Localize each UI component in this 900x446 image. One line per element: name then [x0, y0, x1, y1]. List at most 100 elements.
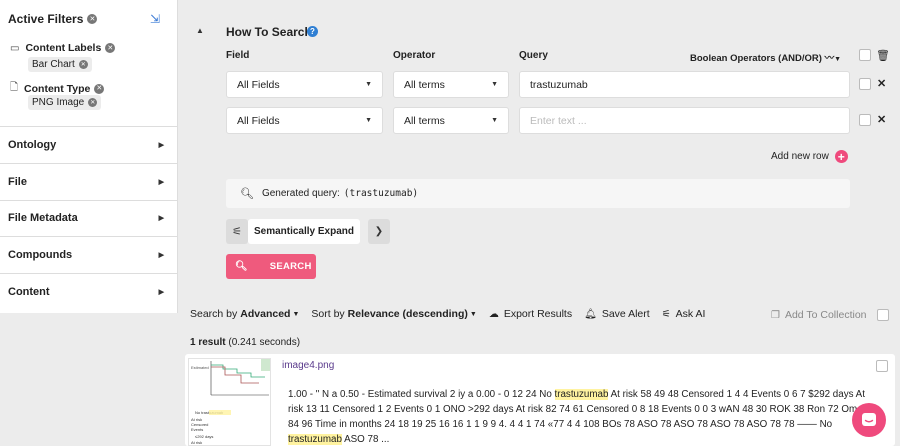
- label-icon: ▭: [10, 42, 20, 54]
- chevron-down-icon: ▼: [834, 56, 842, 63]
- plus-icon: +: [834, 150, 848, 163]
- section-content[interactable]: Content ▶: [0, 274, 178, 310]
- field-column-header: Field: [226, 50, 250, 61]
- collapse-icon[interactable]: ⇲: [150, 12, 160, 26]
- sort-by-dropdown[interactable]: Sort by Relevance (descending) ▼: [311, 308, 476, 320]
- export-results-button[interactable]: ☁ Export Results: [489, 308, 572, 320]
- query-input[interactable]: trastuzumab: [519, 71, 850, 98]
- ask-ai-button[interactable]: ⚟ Ask AI: [662, 308, 706, 320]
- generated-query-value: (trastuzumab): [343, 188, 419, 199]
- add-row-label: Add new row: [771, 151, 829, 162]
- operator-value: All terms: [404, 114, 445, 127]
- sort-by-value: Relevance (descending): [347, 308, 468, 320]
- caret-right-icon: ▶: [158, 215, 164, 222]
- sort-by-prefix: Sort by: [311, 308, 345, 320]
- active-filters-title: Active Filters: [8, 12, 84, 26]
- section-label: Content: [8, 286, 50, 298]
- section-ontology[interactable]: Ontology ▶: [0, 127, 178, 163]
- section-file[interactable]: File ▶: [0, 164, 178, 200]
- remove-row-icon[interactable]: ✕: [877, 77, 886, 90]
- remove-row-icon[interactable]: ✕: [877, 113, 886, 126]
- operator-select[interactable]: All terms ▼: [393, 107, 509, 134]
- add-to-collection-label: Add To Collection: [784, 309, 867, 321]
- result-card: Estimated No trastuzumab At risk Censore…: [185, 354, 895, 446]
- remove-filter-icon[interactable]: ✕: [94, 83, 105, 94]
- cloud-download-icon: ☁: [488, 308, 499, 320]
- field-value: All Fields: [237, 114, 280, 127]
- result-time: (0.241 seconds): [228, 337, 301, 348]
- trash-icon[interactable]: 🗑: [876, 49, 890, 62]
- operator-value: All terms: [404, 78, 445, 91]
- field-value: All Fields: [237, 78, 280, 91]
- query-input[interactable]: Enter text ...: [519, 107, 850, 134]
- result-snippet: 1.00 - " N a 0.50 - Estimated survival 2…: [288, 387, 865, 446]
- add-new-row-button[interactable]: Add new row +: [771, 150, 848, 163]
- row-checkbox[interactable]: [859, 78, 871, 90]
- magic-wand-icon[interactable]: ⚟: [226, 219, 248, 244]
- query-column-header: Query: [519, 50, 548, 61]
- result-title-link[interactable]: image4.png: [282, 360, 334, 371]
- generated-query-box: 🔍︎ Generated query: (trastuzumab): [226, 179, 850, 208]
- file-icon: 🗋: [10, 82, 19, 93]
- snippet-text: ASO 78 ...: [341, 434, 390, 445]
- chevron-down-icon: ▼: [292, 310, 300, 318]
- row-checkbox[interactable]: [859, 114, 871, 126]
- chat-launcher-button[interactable]: [852, 403, 886, 437]
- section-label: Compounds: [8, 249, 73, 261]
- search-by-dropdown[interactable]: Search by Advanced ▼: [190, 308, 299, 320]
- thumb-text: ≤292 days: [195, 434, 213, 439]
- section-file-metadata[interactable]: File Metadata ▶: [0, 200, 178, 236]
- caret-right-icon: ▶: [158, 252, 164, 259]
- boolean-operators-dropdown[interactable]: Boolean Operators (AND/OR) 〰▼: [690, 50, 841, 64]
- filter-content-labels: ▭ Content Labels ✕: [10, 42, 116, 54]
- query-placeholder: Enter text ...: [530, 114, 587, 127]
- result-count: 1 result (0.241 seconds): [190, 337, 300, 348]
- search-by-prefix: Search by: [190, 308, 238, 320]
- save-alert-button[interactable]: 🔔︎ Save Alert: [584, 308, 650, 320]
- save-alert-label: Save Alert: [601, 308, 650, 320]
- search-by-value: Advanced: [240, 308, 291, 320]
- remove-filter-icon[interactable]: ✕: [105, 43, 116, 53]
- filter-chip: PNG Image ✕: [28, 95, 102, 110]
- field-select[interactable]: All Fields ▼: [226, 107, 383, 134]
- section-label: File: [8, 176, 27, 188]
- select-all-checkbox[interactable]: [859, 49, 871, 61]
- wave-icon: 〰: [824, 53, 835, 64]
- active-filters-header: Active Filters ✕: [8, 12, 98, 26]
- section-compounds[interactable]: Compounds ▶: [0, 237, 178, 273]
- collapse-search-icon[interactable]: ▲: [196, 26, 204, 35]
- result-checkbox[interactable]: [876, 360, 888, 372]
- highlight: trastuzumab: [288, 434, 342, 445]
- search-icon: 🔍︎: [240, 188, 254, 200]
- caret-right-icon: ▶: [158, 142, 164, 149]
- clear-filters-icon[interactable]: ✕: [87, 14, 98, 24]
- section-label: File Metadata: [8, 212, 78, 224]
- operator-column-header: Operator: [393, 50, 436, 61]
- chevron-down-icon: ▼: [365, 117, 372, 124]
- boolean-operators-label: Boolean Operators (AND/OR): [690, 53, 822, 64]
- semantically-expand-button[interactable]: Semantically Expand: [248, 219, 360, 244]
- remove-chip-icon[interactable]: ✕: [88, 98, 98, 107]
- results-toolbar: Search by Advanced ▼ Sort by Relevance (…: [190, 308, 717, 320]
- result-thumbnail[interactable]: Estimated No trastuzumab At risk Censore…: [188, 358, 271, 446]
- ask-ai-label: Ask AI: [675, 308, 706, 320]
- filters-sidebar: Active Filters ✕ ⇲ ▭ Content Labels ✕ Ba…: [0, 0, 178, 313]
- chat-icon: [862, 413, 876, 426]
- field-select[interactable]: All Fields ▼: [226, 71, 383, 98]
- select-all-results-checkbox[interactable]: [877, 309, 889, 321]
- search-button[interactable]: 🔍︎ SEARCH: [226, 254, 316, 279]
- search-icon: 🔍︎: [235, 261, 248, 272]
- collection-icon: ❐: [771, 309, 780, 321]
- generated-query-label: Generated query:: [261, 188, 340, 199]
- search-button-label: SEARCH: [269, 261, 312, 272]
- add-to-collection-button[interactable]: ❐ Add To Collection: [771, 309, 867, 321]
- bell-icon: 🔔︎: [584, 308, 597, 320]
- chevron-right-icon[interactable]: ❯: [368, 219, 390, 244]
- remove-chip-icon[interactable]: ✕: [78, 60, 88, 69]
- filter-chip: Bar Chart ✕: [28, 57, 92, 72]
- thumb-text: Events: [191, 427, 203, 432]
- highlight: trastuzumab: [554, 389, 609, 400]
- operator-select[interactable]: All terms ▼: [393, 71, 509, 98]
- query-value: trastuzumab: [530, 78, 588, 91]
- help-icon[interactable]: ?: [307, 26, 318, 37]
